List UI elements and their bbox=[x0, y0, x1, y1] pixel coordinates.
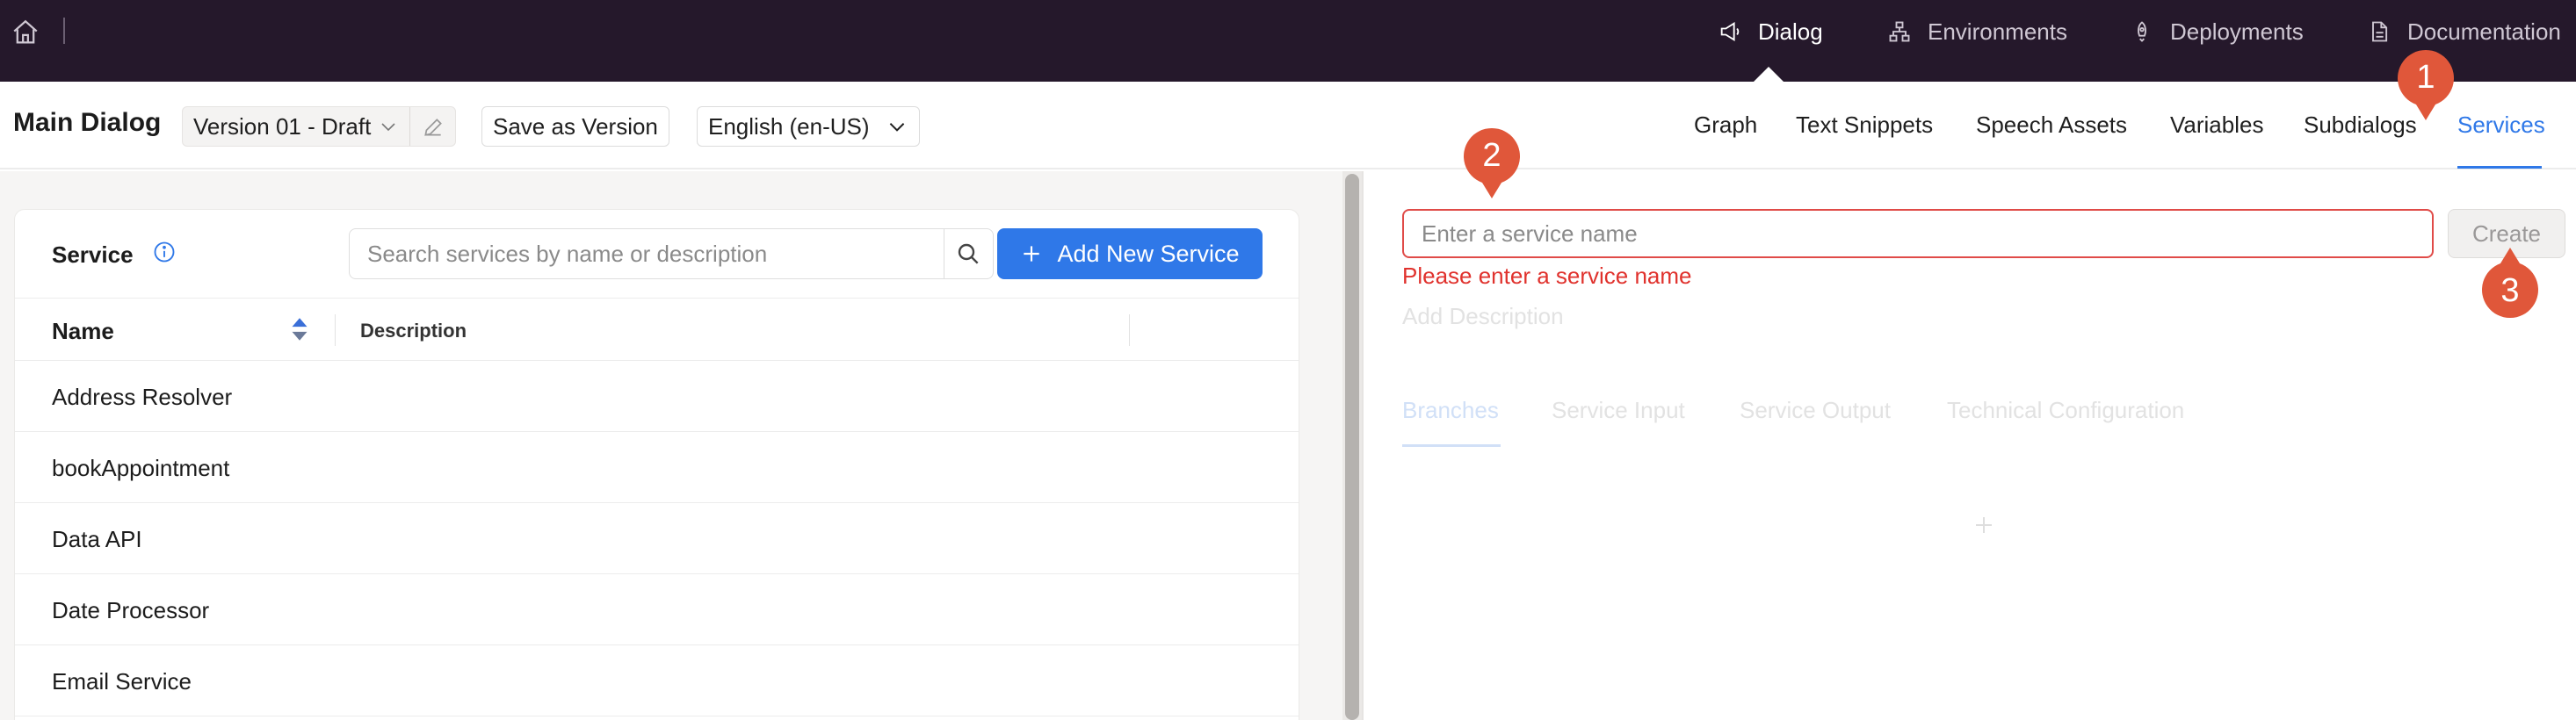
add-description-field[interactable]: Add Description bbox=[1402, 303, 1564, 330]
table-row[interactable]: Date Processor bbox=[15, 574, 1299, 645]
search-input[interactable] bbox=[350, 229, 931, 278]
column-divider[interactable] bbox=[1129, 314, 1130, 346]
service-name: Date Processor bbox=[52, 597, 210, 623]
table-row[interactable]: Data API bbox=[15, 503, 1299, 574]
nav-item-label: Dialog bbox=[1758, 18, 1823, 45]
language-select[interactable]: English (en-US) bbox=[697, 106, 920, 147]
tab-text-snippets[interactable]: Text Snippets bbox=[1796, 112, 1933, 139]
validation-error: Please enter a service name bbox=[1402, 263, 1692, 289]
services-card-title: Service bbox=[52, 241, 134, 268]
tab-service-output[interactable]: Service Output bbox=[1740, 397, 1891, 424]
panel-divider bbox=[1362, 171, 1364, 720]
info-icon[interactable] bbox=[152, 240, 177, 264]
sitemap-icon bbox=[1889, 21, 1910, 42]
add-branch-plus-icon[interactable] bbox=[1973, 515, 1994, 536]
table-row[interactable]: bookAppointment bbox=[15, 432, 1299, 503]
tab-service-input[interactable]: Service Input bbox=[1552, 397, 1685, 424]
version-label: Version 01 - Draft bbox=[193, 112, 372, 140]
document-icon bbox=[2372, 21, 2388, 42]
active-subtab-underline bbox=[1402, 444, 1501, 447]
dialog-toolbar: Main Dialog Version 01 - Draft Save as V… bbox=[0, 82, 2576, 169]
plus-icon bbox=[1024, 246, 1040, 262]
column-header-description[interactable]: Description bbox=[360, 320, 467, 342]
table-row[interactable]: Email Service bbox=[15, 645, 1299, 716]
service-name: Data API bbox=[52, 526, 142, 552]
nav-item-deployments[interactable]: Deployments bbox=[2130, 0, 2304, 63]
search-icon[interactable] bbox=[954, 240, 982, 268]
table-header: Name Description bbox=[15, 298, 1299, 361]
add-new-service-label: Add New Service bbox=[1057, 240, 1240, 267]
chevron-down-icon bbox=[381, 123, 395, 132]
tab-graph[interactable]: Graph bbox=[1694, 112, 1757, 139]
megaphone-icon bbox=[1720, 21, 1740, 42]
tab-branches[interactable]: Branches bbox=[1402, 397, 1499, 424]
home-icon[interactable] bbox=[11, 18, 40, 47]
nav-item-label: Environments bbox=[1928, 18, 2067, 45]
version-separator bbox=[409, 107, 410, 146]
active-nav-indicator bbox=[1753, 67, 1784, 83]
table-row[interactable]: Address Resolver bbox=[15, 361, 1299, 432]
nav-divider bbox=[63, 18, 65, 44]
nav-item-dialog[interactable]: Dialog bbox=[1718, 0, 1823, 63]
rocket-icon bbox=[2138, 21, 2146, 42]
annotation-marker-3: 3 bbox=[2478, 246, 2543, 323]
pencil-icon[interactable] bbox=[422, 116, 445, 139]
tab-speech-assets[interactable]: Speech Assets bbox=[1976, 112, 2127, 139]
tab-services[interactable]: Services bbox=[2457, 112, 2545, 139]
save-as-version-button[interactable]: Save as Version bbox=[481, 106, 669, 147]
sort-icon[interactable] bbox=[289, 314, 310, 344]
service-name: Address Resolver bbox=[52, 384, 233, 410]
nav-item-label: Documentation bbox=[2407, 18, 2561, 45]
add-new-service-button[interactable]: Add New Service bbox=[997, 228, 1263, 279]
services-card: Service Add New Service Name Description… bbox=[14, 209, 1299, 720]
service-name: Email Service bbox=[52, 668, 192, 695]
scrollbar-thumb[interactable] bbox=[1345, 174, 1359, 720]
nav-item-label: Deployments bbox=[2170, 18, 2304, 45]
search-box bbox=[349, 228, 994, 279]
page-title: Main Dialog bbox=[13, 108, 162, 137]
annotation-marker-2: 2 bbox=[1459, 123, 1524, 200]
tab-technical-configuration[interactable]: Technical Configuration bbox=[1947, 397, 2184, 424]
language-label: English (en-US) bbox=[708, 112, 870, 140]
service-name: bookAppointment bbox=[52, 455, 230, 481]
column-divider[interactable] bbox=[335, 314, 336, 346]
active-tab-underline bbox=[2457, 166, 2542, 169]
version-select[interactable]: Version 01 - Draft bbox=[182, 106, 456, 147]
tab-variables[interactable]: Variables bbox=[2170, 112, 2263, 139]
nav-item-environments[interactable]: Environments bbox=[1887, 0, 2067, 63]
column-header-name[interactable]: Name bbox=[52, 318, 114, 345]
top-navigation-bar: Dialog Environments Deployments Document… bbox=[0, 0, 2576, 83]
annotation-marker-1: 1 bbox=[2393, 45, 2458, 122]
chevron-down-icon bbox=[889, 123, 904, 132]
service-name-input[interactable] bbox=[1402, 209, 2434, 258]
